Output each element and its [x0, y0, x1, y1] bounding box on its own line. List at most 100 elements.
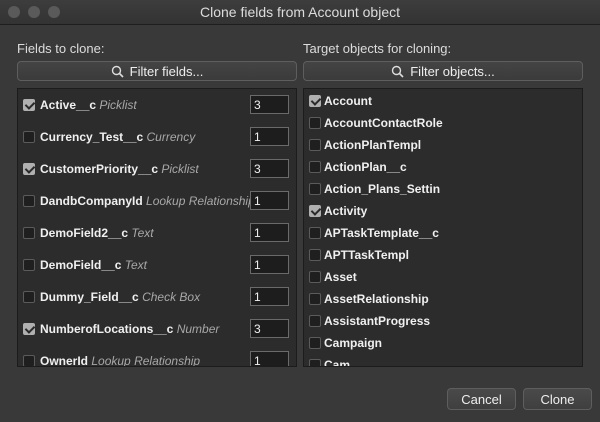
object-row[interactable]: Campaign	[304, 335, 582, 357]
field-name-text: DandbCompanyId	[40, 194, 143, 208]
field-row[interactable]: CustomerPriority__c Picklist 3	[18, 153, 296, 185]
field-count-input[interactable]: 1	[250, 127, 289, 146]
search-icon	[392, 65, 404, 78]
field-checkbox[interactable]	[23, 291, 35, 303]
object-checkbox[interactable]	[309, 139, 321, 151]
object-checkbox[interactable]	[309, 271, 321, 283]
object-checkbox[interactable]	[309, 337, 321, 349]
field-type: Text	[124, 258, 147, 272]
field-row[interactable]: Active__c Picklist 3	[18, 89, 296, 121]
object-row[interactable]: APTTaskTempl	[304, 247, 582, 269]
field-checkbox[interactable]	[23, 163, 35, 175]
object-name: Account	[324, 94, 372, 108]
object-name: AssetRelationship	[324, 292, 429, 306]
object-name: ActionPlanTempl	[324, 138, 422, 152]
object-name: Campaign	[324, 336, 383, 350]
object-name: APTTaskTempl	[324, 248, 409, 262]
field-row[interactable]: NumberofLocations__c Number 3	[18, 313, 296, 345]
object-checkbox[interactable]	[309, 161, 321, 173]
object-row[interactable]: Cam...	[304, 357, 582, 367]
field-checkbox[interactable]	[23, 259, 35, 271]
field-count-input[interactable]: 1	[250, 223, 289, 242]
field-name-text: OwnerId	[40, 354, 89, 367]
object-name: ActionPlan__c	[324, 160, 407, 174]
field-checkbox[interactable]	[23, 99, 35, 111]
field-row[interactable]: Currency_Test__c Currency 1	[18, 121, 296, 153]
object-row[interactable]: AssetRelationship	[304, 291, 582, 313]
field-count-input[interactable]: 1	[250, 255, 289, 274]
fields-section-label: Fields to clone:	[17, 41, 105, 56]
field-type: Lookup Relationship	[91, 354, 201, 367]
object-row[interactable]: Activity	[304, 203, 582, 225]
filter-fields-button[interactable]: Filter fields...	[17, 61, 297, 81]
object-row[interactable]: Account	[304, 93, 582, 115]
cancel-button[interactable]: Cancel	[447, 388, 516, 410]
dialog-content: Fields to clone: Target objects for clon…	[0, 25, 600, 422]
object-row[interactable]: APTaskTemplate__c	[304, 225, 582, 247]
field-checkbox[interactable]	[23, 323, 35, 335]
object-row[interactable]: ActionPlanTempl	[304, 137, 582, 159]
field-type: Currency	[146, 130, 196, 144]
field-row[interactable]: DemoField__c Text 1	[18, 249, 296, 281]
field-row[interactable]: Dummy_Field__c Check Box 1	[18, 281, 296, 313]
window-title: Clone fields from Account object	[200, 4, 400, 20]
objects-list[interactable]: Account AccountContactRole ActionPlanTempl…	[303, 88, 583, 367]
field-row[interactable]: OwnerId Lookup Relationship 1	[18, 345, 296, 367]
field-type: Lookup Relationship	[146, 194, 255, 208]
field-name: NumberofLocations__c Number	[40, 322, 219, 336]
field-row[interactable]: DandbCompanyId Lookup Relationship 1	[18, 185, 296, 217]
object-checkbox[interactable]	[309, 359, 321, 366]
field-count-input[interactable]: 3	[250, 95, 289, 114]
field-name: DandbCompanyId Lookup Relationship	[40, 194, 255, 208]
clone-button[interactable]: Clone	[523, 388, 592, 410]
object-name: Activity	[324, 204, 368, 218]
object-checkbox[interactable]	[309, 183, 321, 195]
object-checkbox[interactable]	[309, 117, 321, 129]
search-icon	[111, 65, 124, 78]
field-count-input[interactable]: 1	[250, 351, 289, 366]
field-name-text: DemoField__c	[40, 258, 122, 272]
field-count-input[interactable]: 1	[250, 287, 289, 306]
object-name: Cam...	[324, 358, 361, 367]
field-name: Dummy_Field__c Check Box	[40, 290, 200, 304]
field-row[interactable]: DemoField2__c Text 1	[18, 217, 296, 249]
filter-objects-button[interactable]: Filter objects...	[303, 61, 583, 81]
field-name: OwnerId Lookup Relationship	[40, 354, 201, 367]
objects-section-label: Target objects for cloning:	[303, 41, 452, 56]
field-type: Picklist	[99, 98, 137, 112]
filter-objects-label: Filter objects...	[410, 63, 495, 79]
object-checkbox[interactable]	[309, 315, 321, 327]
object-name: Action_Plans_Settin	[324, 182, 441, 196]
field-name-text: Currency_Test__c	[40, 130, 144, 144]
object-checkbox[interactable]	[309, 205, 321, 217]
field-type: Number	[176, 322, 220, 336]
field-name-text: CustomerPriority__c	[40, 162, 159, 176]
object-name: Asset	[324, 270, 357, 284]
field-count-input[interactable]: 3	[250, 159, 289, 178]
field-type: Check Box	[142, 290, 201, 304]
object-row[interactable]: AccountContactRole	[304, 115, 582, 137]
object-row[interactable]: Asset	[304, 269, 582, 291]
field-count-input[interactable]: 3	[250, 319, 289, 338]
field-name: CustomerPriority__c Picklist	[40, 162, 199, 176]
object-row[interactable]: Action_Plans_Settin	[304, 181, 582, 203]
field-checkbox[interactable]	[23, 195, 35, 207]
object-checkbox[interactable]	[309, 95, 321, 107]
field-type: Picklist	[161, 162, 199, 176]
object-checkbox[interactable]	[309, 249, 321, 261]
field-name-text: Dummy_Field__c	[40, 290, 139, 304]
object-checkbox[interactable]	[309, 227, 321, 239]
field-name-text: DemoField2__c	[40, 226, 129, 240]
object-row[interactable]: AssistantProgress	[304, 313, 582, 335]
field-name: Currency_Test__c Currency	[40, 130, 195, 144]
object-name: APTaskTemplate__c	[324, 226, 439, 240]
field-count-input[interactable]: 1	[250, 191, 289, 210]
title-bar: Clone fields from Account object	[0, 0, 600, 25]
field-checkbox[interactable]	[23, 131, 35, 143]
object-checkbox[interactable]	[309, 293, 321, 305]
fields-list[interactable]: Active__c Picklist 3 Currency_Test__c Curr…	[17, 88, 297, 367]
object-row[interactable]: ActionPlan__c	[304, 159, 582, 181]
field-checkbox[interactable]	[23, 227, 35, 239]
object-name: AccountContactRole	[324, 116, 443, 130]
field-checkbox[interactable]	[23, 355, 35, 366]
